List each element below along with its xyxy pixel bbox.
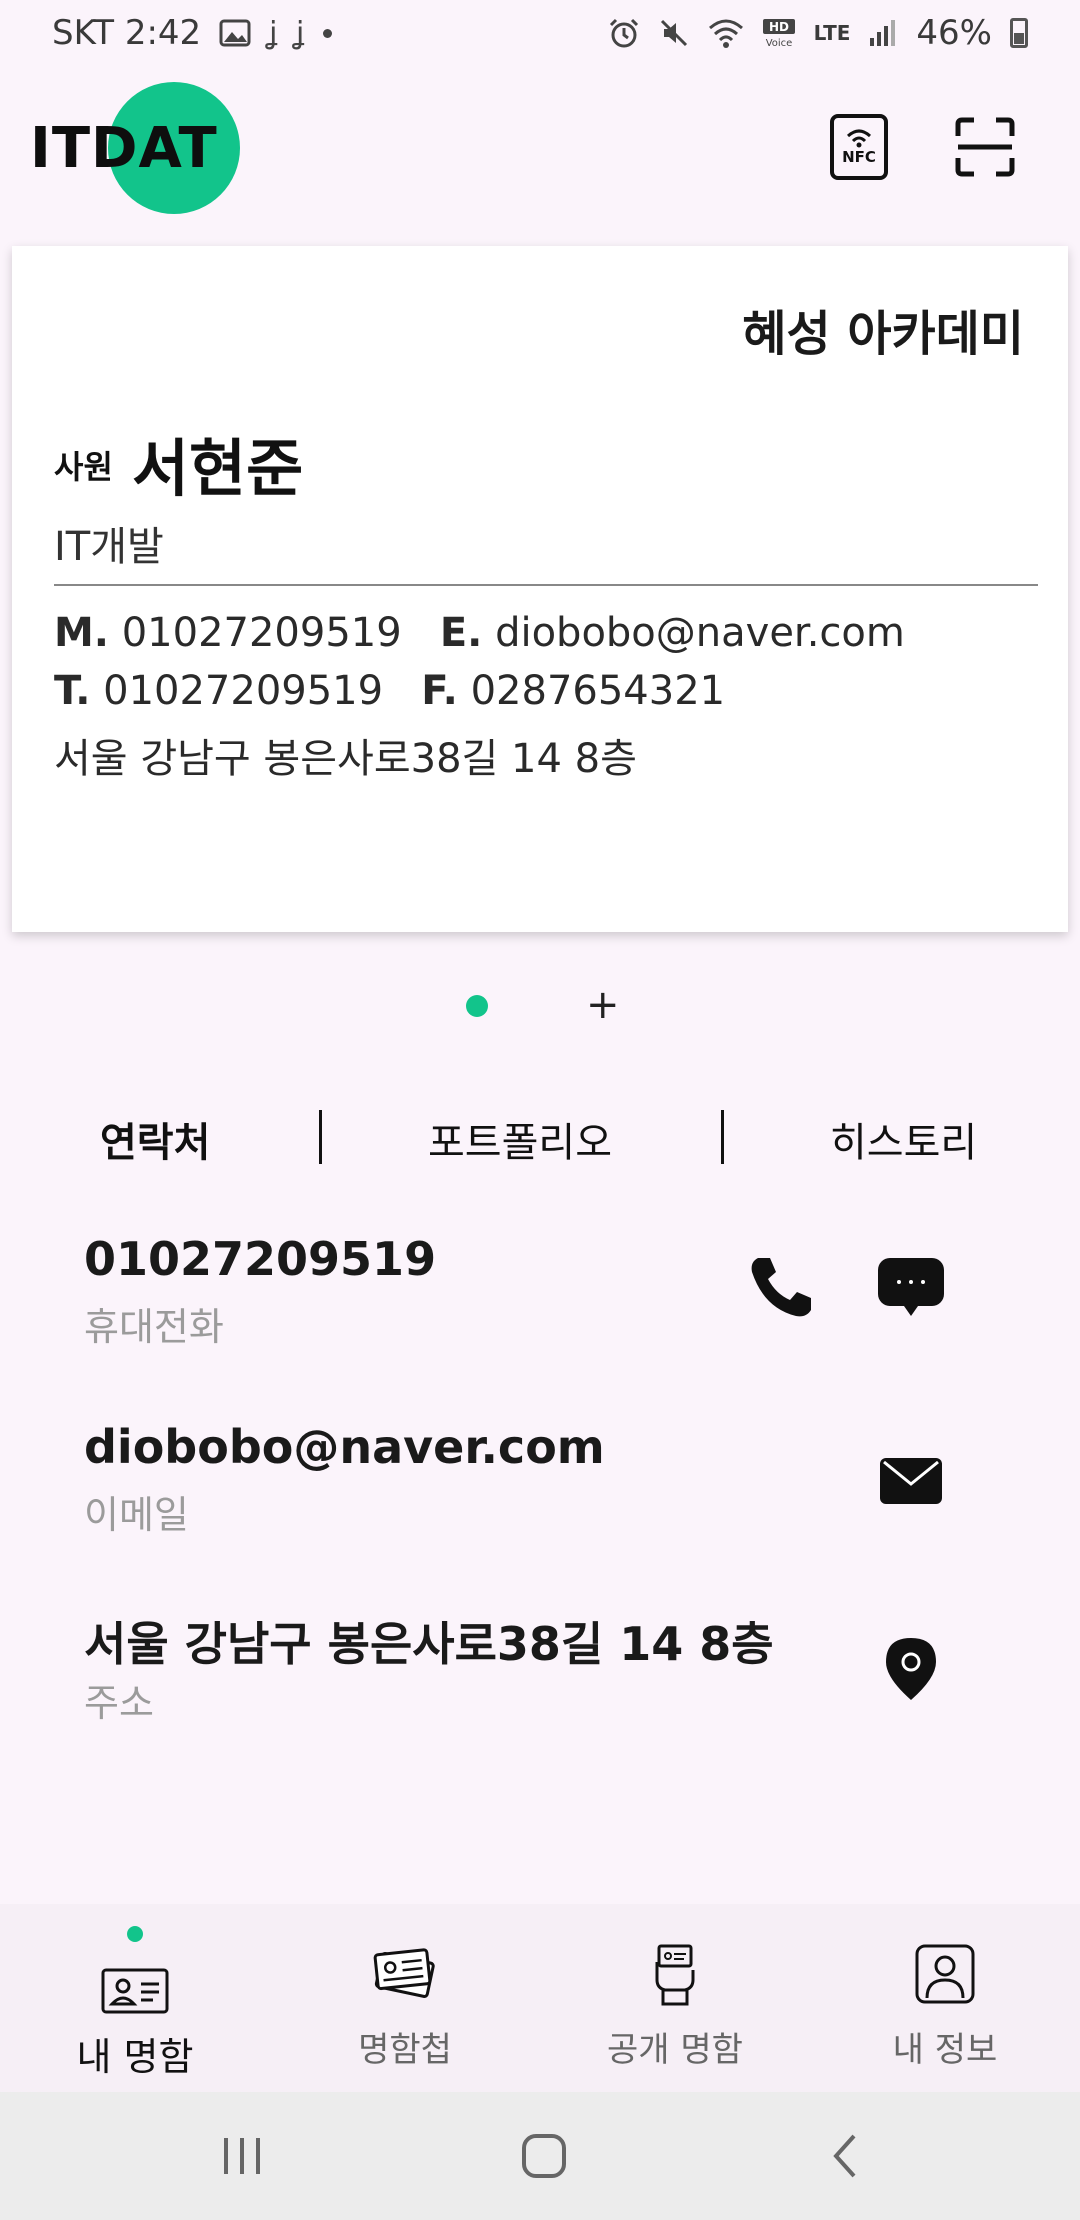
card-pager: +: [0, 982, 1080, 1028]
nav-label-public-card: 공개 명함: [607, 2030, 743, 2070]
system-nav-bar: [0, 2092, 1080, 2220]
person-name: 서현준: [132, 432, 304, 505]
network-type: LTE: [813, 21, 851, 45]
back-icon[interactable]: [806, 2122, 886, 2190]
email-prefix: E.: [439, 610, 483, 656]
svg-text:HD: HD: [769, 20, 789, 34]
battery-icon: [1010, 18, 1028, 48]
mobile-prefix: M.: [54, 610, 109, 656]
itdat-logo: ITDAT: [30, 82, 270, 218]
phone-call-icon[interactable]: [746, 1252, 816, 1322]
nfc-button[interactable]: NFC: [830, 114, 888, 180]
card-fax: 0287654321: [470, 668, 726, 714]
address-value: 서울 강남구 봉은사로38길 14 8층: [84, 1617, 774, 1671]
message-icon[interactable]: [876, 1252, 946, 1322]
email-value: diobobo@naver.com: [84, 1420, 605, 1474]
address-label: 주소: [84, 1681, 154, 1725]
hd-voice-icon: HD Voice: [762, 19, 795, 48]
status-right: HD Voice LTE 46%: [608, 13, 1028, 53]
qr-scan-icon[interactable]: [954, 116, 1016, 178]
carrier-time: SKT 2:42: [52, 13, 202, 53]
nav-public-card[interactable]: 공개 명함: [540, 1904, 810, 2092]
nav-label-my-card: 내 명함: [76, 2035, 194, 2079]
tab-history[interactable]: 히스토리: [830, 1110, 977, 1168]
tab-divider: [721, 1110, 724, 1164]
screen: SKT 2:42 ʝ ʝ HD Voice LTE 46% ITDAT NFC …: [0, 0, 1080, 2220]
card-email: diobobo@naver.com: [495, 610, 905, 656]
recent-apps-icon[interactable]: [202, 2122, 282, 2190]
phone-value: 01027209519: [84, 1232, 437, 1286]
wifi-icon: [708, 19, 743, 48]
home-icon[interactable]: [504, 2122, 584, 2190]
contact-address-row: 서울 강남구 봉은사로38길 14 8층 주소: [84, 1608, 1014, 1738]
hand-card-icon: [655, 1944, 695, 2006]
nfc-icon: [846, 129, 872, 148]
app-bar: ITDAT NFC: [0, 66, 1080, 242]
card-mobile: 01027209519: [121, 610, 402, 656]
svg-text:Voice: Voice: [765, 38, 792, 48]
contact-email-row: diobobo@naver.com 이메일: [84, 1420, 1014, 1550]
tab-divider: [319, 1110, 322, 1164]
add-card-button[interactable]: +: [586, 982, 620, 1028]
status-bar: SKT 2:42 ʝ ʝ HD Voice LTE 46%: [0, 0, 1080, 66]
job-position: 사원: [54, 448, 113, 486]
logo-text: ITDAT: [30, 116, 218, 181]
battery-percent: 46%: [916, 13, 992, 53]
phone-label: 휴대전화: [84, 1305, 224, 1349]
location-pin-icon[interactable]: [876, 1634, 946, 1704]
signal-icon: [870, 20, 896, 46]
notification-icon: ʝ: [269, 15, 278, 51]
nav-my-info[interactable]: 내 정보: [810, 1904, 1080, 2092]
nfc-label: NFC: [842, 148, 876, 166]
gallery-icon: [219, 19, 251, 47]
card-stack-icon: [373, 1948, 435, 1998]
user-profile-icon: [915, 1944, 975, 2004]
nav-label-my-info: 내 정보: [892, 2030, 998, 2070]
alarm-icon: [609, 18, 638, 48]
business-card[interactable]: 혜성 아카데미 사원 서현준 IT개발 M. 01027209519 E. di…: [12, 246, 1068, 932]
tab-portfolio[interactable]: 포트폴리오: [428, 1110, 612, 1168]
fax-prefix: F.: [421, 668, 458, 714]
more-notifications-dot: [322, 28, 332, 38]
nav-my-card[interactable]: 내 명함: [0, 1904, 270, 2092]
status-left: SKT 2:42 ʝ ʝ: [52, 13, 332, 53]
nav-active-indicator: [127, 1926, 143, 1942]
email-label: 이메일: [84, 1493, 189, 1537]
card-mobile-email-line: M. 01027209519 E. diobobo@naver.com: [54, 610, 905, 656]
card-tel-fax-line: T. 01027209519 F. 0287654321: [54, 668, 725, 714]
card-divider: [54, 584, 1038, 586]
card-address: 서울 강남구 봉은사로38길 14 8층: [54, 736, 637, 782]
contact-phone-row: 01027209519 휴대전화: [84, 1232, 1014, 1362]
tel-prefix: T.: [54, 668, 91, 714]
tab-bar: 연락처 포트폴리오 히스토리: [0, 1100, 1080, 1172]
pager-dot-active[interactable]: [466, 995, 488, 1017]
company-name: 혜성 아카데미: [742, 306, 1024, 362]
notification-icon: ʝ: [295, 15, 305, 51]
bottom-nav: 내 명함 명함첩 공개 명함 내 정보: [0, 1904, 1080, 2092]
mute-icon: [660, 19, 687, 47]
nav-label-card-holder: 명함첩: [358, 2030, 452, 2070]
mail-icon[interactable]: [876, 1446, 946, 1516]
department: IT개발: [54, 524, 164, 570]
card-tel: 01027209519: [103, 668, 384, 714]
nav-card-holder[interactable]: 명함첩: [270, 1904, 540, 2092]
tab-contact[interactable]: 연락처: [100, 1110, 210, 1168]
id-card-icon: [101, 1968, 169, 2014]
